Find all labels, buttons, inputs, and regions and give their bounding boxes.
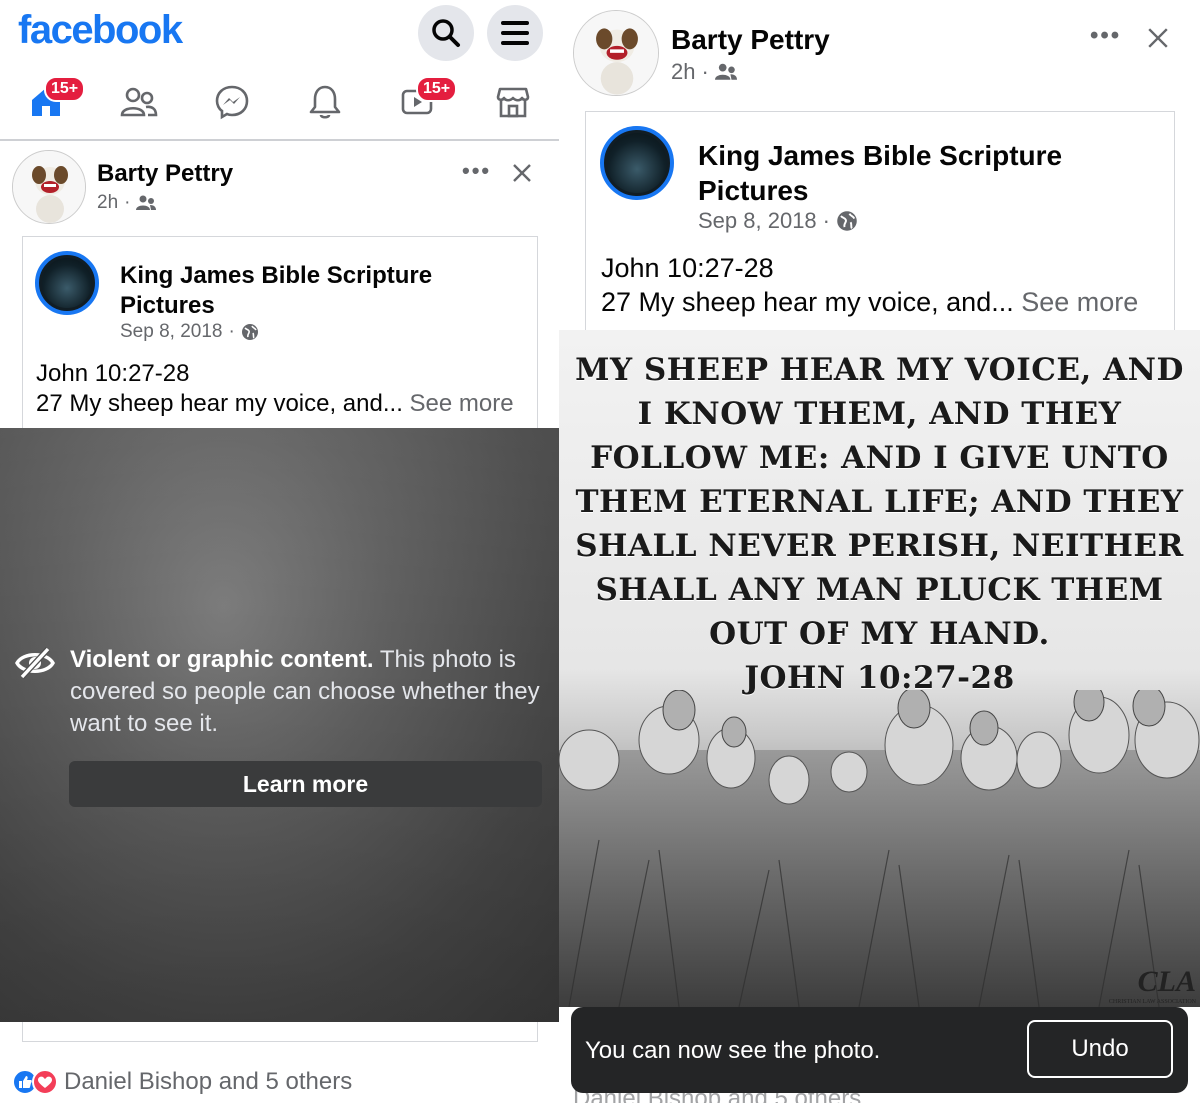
dog-avatar-icon: [574, 11, 658, 95]
page-avatar[interactable]: [600, 126, 674, 200]
sheep-flock-image: [559, 690, 1200, 1007]
post-meta: 2h ·: [97, 192, 157, 214]
friends-audience-icon: [714, 63, 737, 80]
bell-icon: [309, 85, 341, 119]
shared-meta: Sep 8, 2018 ·: [120, 321, 259, 343]
shared-separator: ·: [822, 208, 830, 233]
sensitive-content-cover[interactable]: Violent or graphic content. This photo i…: [0, 428, 559, 1022]
tab-marketplace[interactable]: [489, 78, 537, 126]
close-icon[interactable]: [1147, 27, 1169, 49]
search-button[interactable]: [418, 5, 474, 61]
see-more-link[interactable]: See more: [410, 390, 514, 417]
watermark-caption: CHRISTIAN LAW ASSOCIATION: [1108, 999, 1196, 1005]
shared-separator: ·: [228, 321, 235, 342]
avatar[interactable]: [12, 150, 86, 224]
meta-separator: ·: [124, 192, 131, 213]
warning-title: Violent or graphic content.: [70, 646, 374, 673]
search-icon: [432, 19, 460, 47]
post-time[interactable]: 2h: [97, 192, 118, 214]
post-text-line2: 27 My sheep hear my voice, and... See mo…: [601, 286, 1138, 320]
more-options-button[interactable]: •••: [1090, 22, 1121, 50]
meta-separator: ·: [701, 59, 709, 84]
close-icon[interactable]: [512, 163, 532, 183]
reactions-summary[interactable]: Daniel Bishop and 5 others: [12, 1068, 352, 1096]
toast-message: You can now see the photo.: [585, 1037, 881, 1064]
home-badge: 15+: [44, 76, 86, 102]
see-more-link[interactable]: See more: [1021, 287, 1138, 317]
watermark-logo: CLA: [1137, 965, 1196, 998]
post-photo[interactable]: MY SHEEP HEAR MY VOICE, AND I KNOW THEM,…: [559, 330, 1200, 1007]
left-screenshot: facebook 15+ 15+ Barty Pettry 2h · ••• K…: [0, 0, 559, 1103]
learn-more-button[interactable]: Learn more: [69, 761, 542, 807]
page-avatar[interactable]: [35, 251, 99, 315]
globe-icon: [241, 324, 258, 340]
reactions-text[interactable]: Daniel Bishop and 5 others: [64, 1068, 352, 1096]
post-text-line1: John 10:27-28: [601, 253, 774, 283]
tab-home[interactable]: 15+: [22, 76, 86, 126]
friends-audience-icon: [136, 195, 157, 210]
avatar[interactable]: [573, 10, 659, 96]
warning-text: Violent or graphic content. This photo i…: [70, 644, 540, 740]
author-name[interactable]: Barty Pettry: [97, 160, 233, 188]
nav-divider: [0, 139, 559, 141]
undo-button[interactable]: Undo: [1027, 1020, 1173, 1078]
globe-icon: [837, 211, 857, 231]
page-name[interactable]: King James Bible Scripture Pictures: [698, 138, 1118, 208]
messenger-icon: [215, 85, 249, 120]
shared-meta: Sep 8, 2018 ·: [698, 208, 858, 234]
post-excerpt: 27 My sheep hear my voice, and...: [36, 390, 403, 417]
more-options-button[interactable]: •••: [462, 158, 491, 184]
shared-date[interactable]: Sep 8, 2018: [120, 321, 222, 343]
tab-watch[interactable]: 15+: [394, 76, 458, 126]
marketplace-icon: [496, 87, 530, 118]
love-reaction-icon: [32, 1069, 58, 1095]
menu-button[interactable]: [487, 5, 543, 61]
author-name[interactable]: Barty Pettry: [671, 24, 830, 56]
post-time[interactable]: 2h: [671, 59, 695, 85]
tab-friends[interactable]: [115, 78, 163, 126]
facebook-logo[interactable]: facebook: [18, 8, 183, 53]
post-text-line2: 27 My sheep hear my voice, and... See mo…: [36, 389, 514, 419]
post-text-line1: John 10:27-28: [36, 360, 190, 387]
page-name[interactable]: King James Bible Scripture Pictures: [120, 261, 460, 321]
tab-notifications[interactable]: [301, 78, 349, 126]
shared-date[interactable]: Sep 8, 2018: [698, 208, 817, 234]
right-screenshot: Barty Pettry 2h · ••• King James Bible S…: [559, 0, 1200, 1103]
snackbar-toast: You can now see the photo. Undo: [571, 1007, 1188, 1093]
eye-slash-icon: [15, 646, 55, 680]
hamburger-icon: [501, 21, 529, 45]
watch-badge: 15+: [416, 76, 458, 102]
dog-avatar-icon: [13, 151, 85, 223]
post-meta: 2h ·: [671, 59, 737, 85]
friends-icon: [120, 87, 158, 117]
verse-body: MY SHEEP HEAR MY VOICE, AND I KNOW THEM,…: [575, 352, 1184, 652]
tab-messenger[interactable]: [208, 78, 256, 126]
photo-verse-text: MY SHEEP HEAR MY VOICE, AND I KNOW THEM,…: [573, 348, 1186, 700]
post-excerpt: 27 My sheep hear my voice, and...: [601, 287, 1014, 317]
